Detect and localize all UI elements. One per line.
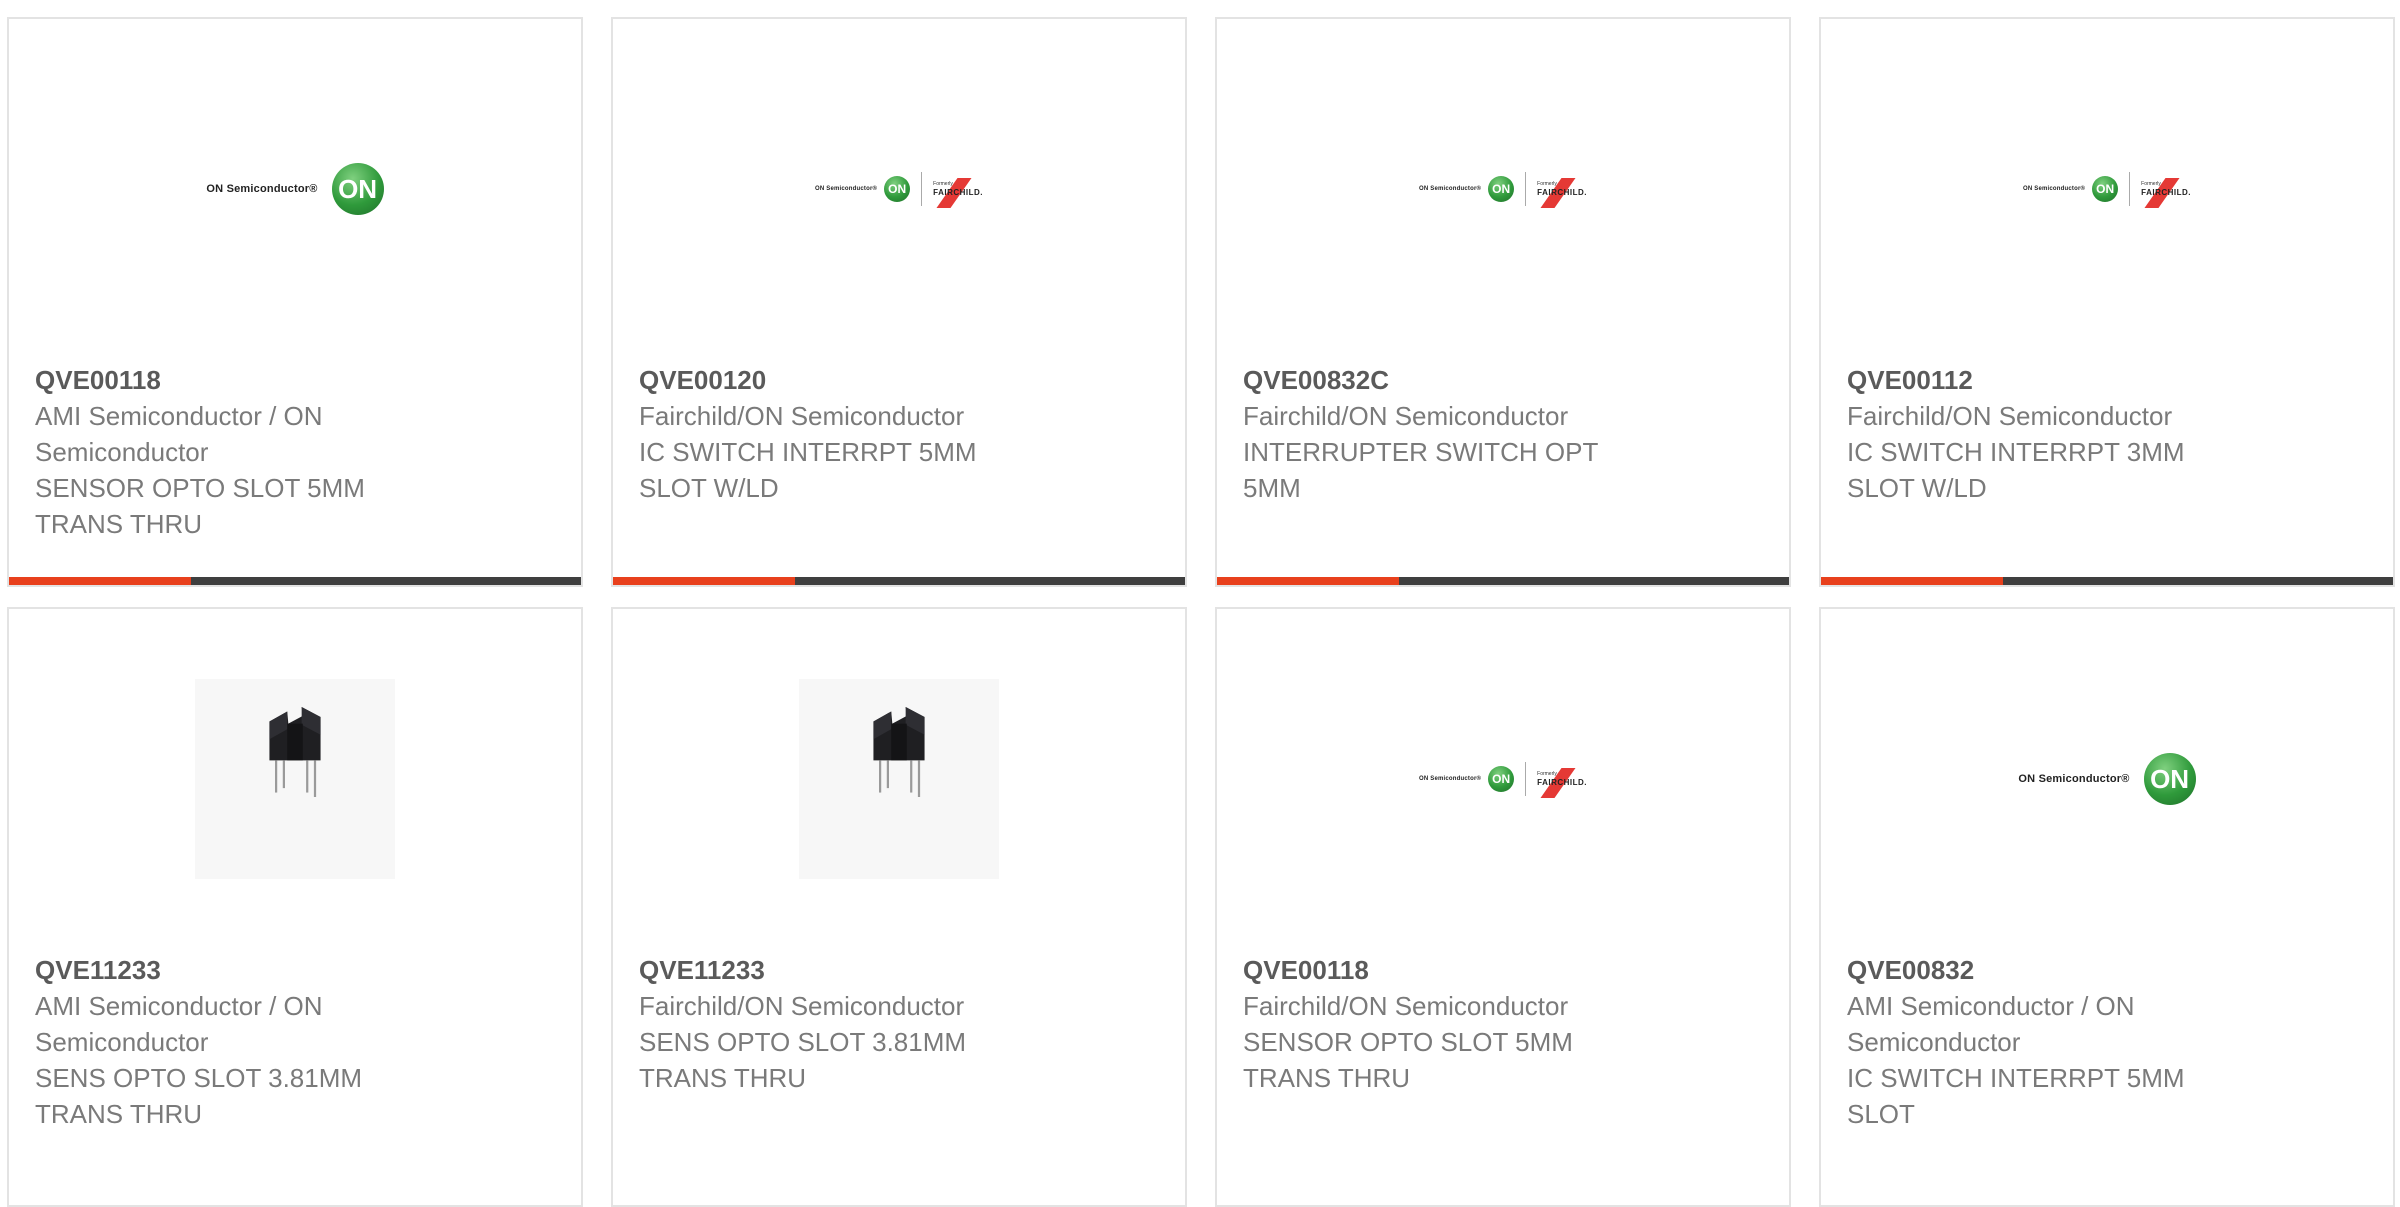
manufacturer: Fairchild/ON Semiconductor [1243,991,1569,1021]
description: IC SWITCH INTERRPT 5MM SLOT W/LD [639,437,977,503]
product-image[interactable]: ON Semiconductor® ON [9,19,581,359]
slot-sensor-icon [269,707,321,797]
product-image[interactable]: ON Semiconductor® ON Formerly FAIRCHILD. [1217,609,1789,949]
logo-text: ON Semiconductor® [1418,186,1482,192]
card-bottom-bar [1821,577,2393,585]
part-number[interactable]: QVE00118 [1243,952,1763,988]
slot-sensor-photo [799,679,999,879]
part-number[interactable]: QVE00832C [1243,362,1763,398]
logo-formerly: Formerly [933,181,953,187]
description: SENS OPTO SLOT 3.81MM TRANS THRU [639,1027,967,1093]
product-image[interactable] [613,609,1185,949]
manufacturer: Fairchild/ON Semiconductor [639,991,965,1021]
card-bottom-bar [1217,577,1789,585]
part-number[interactable]: QVE00120 [639,362,1159,398]
product-info: QVE00118 AMI Semiconductor / ON Semicond… [35,362,555,542]
product-card[interactable]: ON Semiconductor® ON Formerly FAIRCHILD.… [1215,607,1791,1207]
logo-text: ON Semiconductor® [814,186,878,192]
card-accent-bar [1821,577,2003,585]
on-mark-icon: ON [884,176,911,202]
product-card[interactable]: ON Semiconductor® ON QVE00832 AMI Semico… [1819,607,2395,1207]
manufacturer: Fairchild/ON Semiconductor [1243,401,1569,431]
product-image[interactable] [9,609,581,949]
product-info: QVE00832C Fairchild/ON Semiconductor INT… [1243,362,1763,506]
on-fairchild-logo: ON Semiconductor® ON Formerly FAIRCHILD. [1418,762,1588,798]
slot-sensor-photo [195,679,395,879]
product-info: QVE00112 Fairchild/ON Semiconductor IC S… [1847,362,2367,506]
on-semiconductor-logo: ON Semiconductor® ON [2018,753,2196,805]
product-info: QVE00120 Fairchild/ON Semiconductor IC S… [639,362,1159,506]
product-image[interactable]: ON Semiconductor® ON [1821,609,2393,949]
logo-divider [921,172,923,206]
product-card[interactable]: ON Semiconductor® ON Formerly FAIRCHILD.… [611,17,1187,587]
slot-sensor-icon [873,707,925,797]
product-card[interactable]: ON Semiconductor® ON Formerly FAIRCHILD.… [1819,17,2395,587]
on-fairchild-logo: ON Semiconductor® ON Formerly FAIRCHILD. [2022,172,2192,208]
manufacturer: AMI Semiconductor / ON Semiconductor [1847,991,2135,1057]
card-bottom-bar [613,577,1185,585]
product-info: QVE11233 AMI Semiconductor / ON Semicond… [35,952,555,1132]
logo-divider [1525,762,1527,796]
product-image[interactable]: ON Semiconductor® ON Formerly FAIRCHILD. [1821,19,2393,359]
part-number[interactable]: QVE11233 [639,952,1159,988]
on-semiconductor-logo: ON Semiconductor® ON [206,163,384,215]
product-info: QVE00118 Fairchild/ON Semiconductor SENS… [1243,952,1763,1096]
product-image[interactable]: ON Semiconductor® ON Formerly FAIRCHILD. [1217,19,1789,359]
description: SENSOR OPTO SLOT 5MM TRANS THRU [35,473,365,539]
product-card[interactable]: QVE11233 Fairchild/ON Semiconductor SENS… [611,607,1187,1207]
manufacturer: Fairchild/ON Semiconductor [1847,401,2173,431]
part-number[interactable]: QVE00118 [35,362,555,398]
description: IC SWITCH INTERRPT 5MM SLOT [1847,1063,2185,1129]
part-number[interactable]: QVE11233 [35,952,555,988]
product-card[interactable]: ON Semiconductor® ON QVE00118 AMI Semico… [7,17,583,587]
product-info: QVE11233 Fairchild/ON Semiconductor SENS… [639,952,1159,1096]
logo-text: ON Semiconductor® [2018,773,2130,785]
description: SENS OPTO SLOT 3.81MM TRANS THRU [35,1063,363,1129]
product-card[interactable]: QVE11233 AMI Semiconductor / ON Semicond… [7,607,583,1207]
fairchild-logo: Formerly FAIRCHILD. [2141,178,2192,208]
manufacturer: AMI Semiconductor / ON Semiconductor [35,401,323,467]
fairchild-logo: Formerly FAIRCHILD. [1537,768,1588,798]
on-mark-icon: ON [2092,176,2119,202]
logo-fairchild: FAIRCHILD. [933,188,984,197]
logo-fairchild: FAIRCHILD. [1537,188,1588,197]
logo-formerly: Formerly [2141,181,2161,187]
manufacturer: AMI Semiconductor / ON Semiconductor [35,991,323,1057]
on-mark-icon: ON [2143,753,2196,805]
fairchild-logo: Formerly FAIRCHILD. [1537,178,1588,208]
card-bottom-bar [9,577,581,585]
logo-text: ON Semiconductor® [206,183,318,195]
fairchild-logo: Formerly FAIRCHILD. [933,178,984,208]
description: SENSOR OPTO SLOT 5MM TRANS THRU [1243,1027,1573,1093]
logo-text: ON Semiconductor® [2022,186,2086,192]
product-card[interactable]: ON Semiconductor® ON Formerly FAIRCHILD.… [1215,17,1791,587]
on-mark-icon: ON [1488,766,1515,792]
logo-text: ON Semiconductor® [1418,776,1482,782]
on-fairchild-logo: ON Semiconductor® ON Formerly FAIRCHILD. [814,172,984,208]
product-grid: ON Semiconductor® ON QVE00118 AMI Semico… [0,0,2400,1207]
description: IC SWITCH INTERRPT 3MM SLOT W/LD [1847,437,2185,503]
card-accent-bar [613,577,795,585]
product-image[interactable]: ON Semiconductor® ON Formerly FAIRCHILD. [613,19,1185,359]
product-info: QVE00832 AMI Semiconductor / ON Semicond… [1847,952,2367,1132]
part-number[interactable]: QVE00832 [1847,952,2367,988]
on-mark-icon: ON [331,163,384,215]
card-accent-bar [1217,577,1399,585]
logo-fairchild: FAIRCHILD. [1537,778,1588,787]
part-number[interactable]: QVE00112 [1847,362,2367,398]
on-mark-icon: ON [1488,176,1515,202]
description: INTERRUPTER SWITCH OPT 5MM [1243,437,1598,503]
logo-formerly: Formerly [1537,181,1557,187]
on-fairchild-logo: ON Semiconductor® ON Formerly FAIRCHILD. [1418,172,1588,208]
logo-divider [2129,172,2131,206]
logo-formerly: Formerly [1537,771,1557,777]
card-accent-bar [9,577,191,585]
logo-fairchild: FAIRCHILD. [2141,188,2192,197]
logo-divider [1525,172,1527,206]
manufacturer: Fairchild/ON Semiconductor [639,401,965,431]
